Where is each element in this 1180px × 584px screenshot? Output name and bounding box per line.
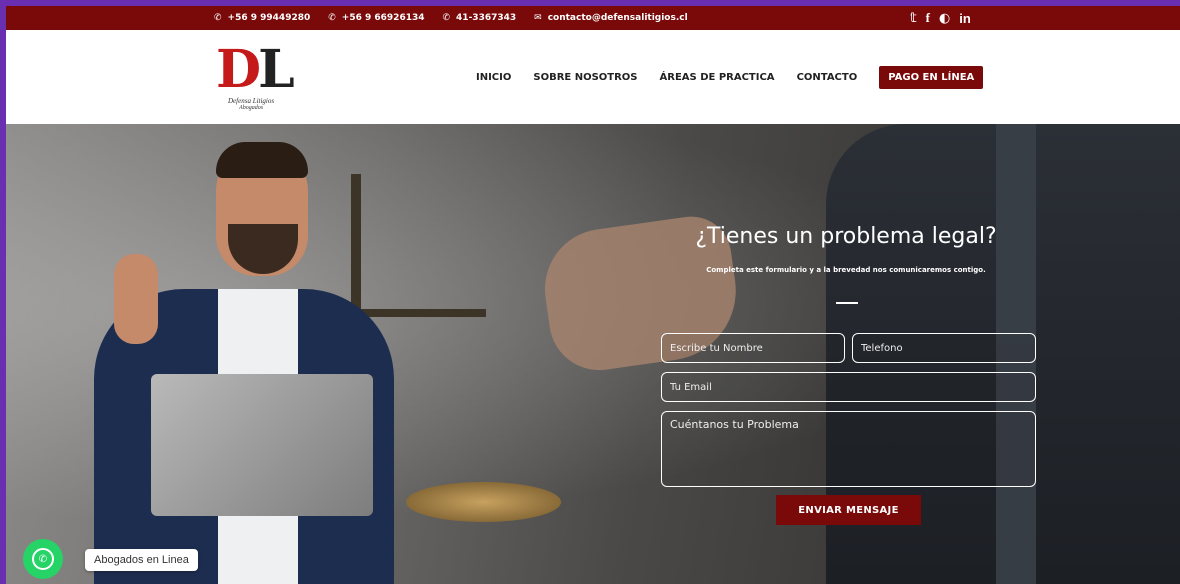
site-header: DL Defensa Litigios Abogados INICIO SOBR… (6, 30, 1180, 124)
logo-letters: DL (216, 44, 295, 96)
phone-input[interactable] (852, 333, 1036, 363)
logo-d: D (216, 39, 261, 100)
phone-1-label: +56 9 99449280 (227, 13, 311, 23)
logo-line2: Abogados (239, 105, 264, 111)
nav-areas-de-practica[interactable]: ÁREAS DE PRACTICA (660, 72, 775, 83)
nav-sobre-nosotros[interactable]: SOBRE NOSOTROS (533, 72, 637, 83)
phone-link-3[interactable]: ✆ 41-3367343 (443, 13, 517, 23)
message-textarea[interactable] (661, 411, 1036, 487)
linkedin-icon[interactable]: in (959, 11, 971, 26)
browser-page: ✆ +56 9 99449280 ✆ +56 9 66926134 ✆ 41-3… (6, 6, 1180, 584)
hero-section: ¿Tienes un problema legal? Completa este… (6, 124, 1180, 584)
email-link[interactable]: ✉ contacto@defensalitigios.cl (534, 13, 688, 23)
phone-2-label: +56 9 66926134 (341, 13, 425, 23)
phone-link-1[interactable]: ✆ +56 9 99449280 (214, 13, 310, 23)
logo-tagline: Defensa Litigios Abogados (228, 98, 274, 112)
top-contact-bar: ✆ +56 9 99449280 ✆ +56 9 66926134 ✆ 41-3… (6, 6, 1180, 30)
site-logo[interactable]: DL Defensa Litigios Abogados (216, 44, 306, 114)
social-links: 𝕥 f ◐ in (910, 6, 971, 30)
phone-link-2[interactable]: ✆ +56 9 66926134 (328, 13, 424, 23)
email-input[interactable] (661, 372, 1036, 402)
logo-l: L (258, 39, 295, 100)
phone-icon: ✆ (214, 13, 222, 23)
whatsapp-button[interactable]: ✆ (23, 539, 63, 579)
contact-list: ✆ +56 9 99449280 ✆ +56 9 66926134 ✆ 41-3… (214, 6, 688, 30)
phone-icon: ✆ (442, 13, 451, 23)
form-subtitle: Completa este formulario y a la brevedad… (706, 266, 986, 274)
pay-online-button[interactable]: PAGO EN LÍNEA (879, 65, 984, 89)
nav-inicio[interactable]: INICIO (476, 72, 511, 83)
send-message-button[interactable]: ENVIAR MENSAJE (776, 495, 921, 525)
name-input[interactable] (661, 333, 845, 363)
logo-line1: Defensa Litigios (228, 97, 275, 105)
justice-scale-pan (406, 482, 561, 522)
phone-3-label: 41-3367343 (456, 13, 517, 23)
facebook-icon[interactable]: f (926, 10, 930, 26)
nav-contacto[interactable]: CONTACTO (797, 72, 858, 83)
mail-icon: ✉ (534, 13, 542, 23)
form-divider (836, 302, 858, 304)
main-nav: INICIO SOBRE NOSOTROS ÁREAS DE PRACTICA … (476, 30, 984, 124)
email-label: contacto@defensalitigios.cl (547, 13, 688, 23)
twitter-icon[interactable]: 𝕥 (910, 11, 917, 26)
lawyer-hair (216, 142, 308, 178)
whatsapp-label[interactable]: Abogados en Linea (85, 549, 198, 571)
whatsapp-icon: ✆ (32, 548, 54, 570)
form-title: ¿Tienes un problema legal? (695, 224, 997, 249)
instagram-icon[interactable]: ◐ (939, 11, 950, 26)
thumbs-up-hand (114, 254, 158, 344)
laptop (151, 374, 373, 516)
phone-icon: ✆ (328, 13, 336, 23)
